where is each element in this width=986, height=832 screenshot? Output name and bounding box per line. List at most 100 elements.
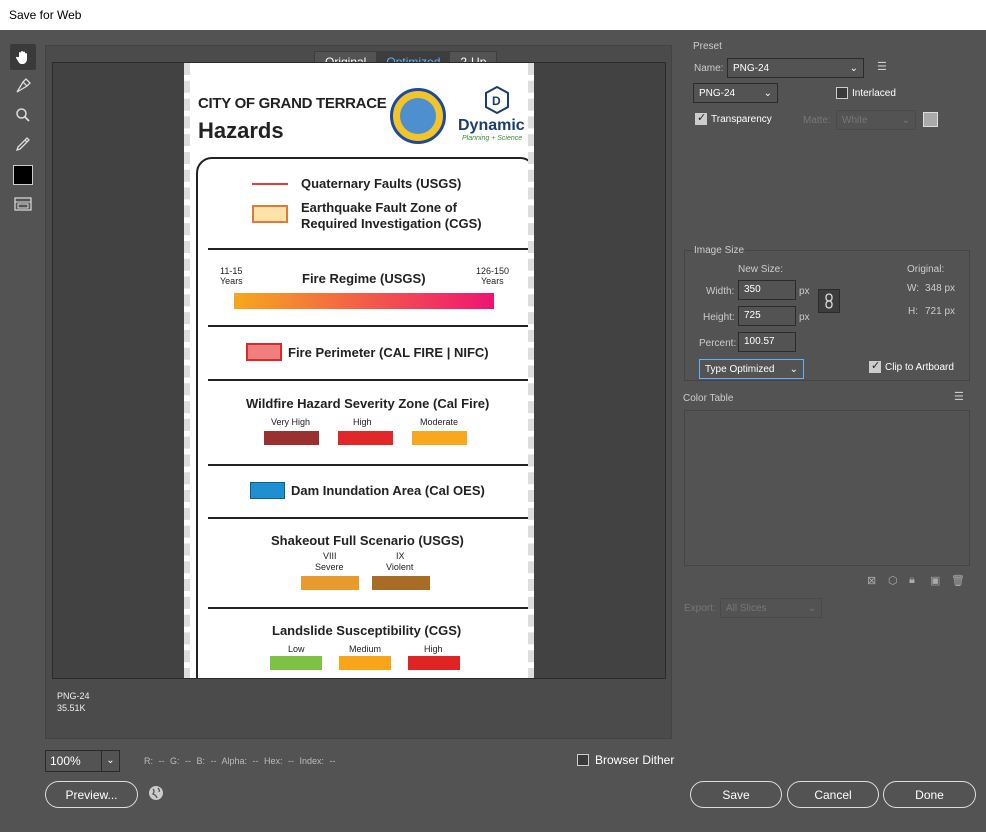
file-format-value: PNG-24: [699, 87, 736, 99]
color-table-area[interactable]: [684, 410, 970, 566]
whsz-high-swatch: [338, 431, 393, 445]
delete-color-icon[interactable]: 🗑︎: [951, 574, 965, 587]
done-button[interactable]: Done: [883, 781, 976, 808]
image-size-section-title: Image Size: [693, 245, 746, 256]
optimization-info: PNG-24 35.51K: [57, 690, 90, 714]
toggle-slices-tool[interactable]: [10, 191, 36, 217]
preset-menu-icon[interactable]: ☰: [877, 60, 887, 73]
map-transparent-icon[interactable]: ⊠: [867, 574, 876, 587]
link-icon: [825, 293, 833, 309]
fire-max-line1: 126-150: [476, 266, 510, 276]
cancel-button[interactable]: Cancel: [787, 781, 879, 808]
color-readout: R: -- G: -- B: -- Alpha: -- Hex: -- Inde…: [144, 756, 336, 766]
divider: [208, 379, 528, 381]
city-seal-logo: [390, 88, 446, 144]
preset-name-label: Name:: [694, 63, 724, 74]
browser-dither-toggle[interactable]: Browser Dither: [577, 753, 674, 767]
legend-fire-regime: Fire Regime (USGS): [302, 271, 426, 286]
fire-min-line2: Years: [220, 276, 243, 286]
browser-dither-checkbox[interactable]: [577, 754, 589, 766]
width-unit: px: [799, 286, 810, 297]
chevron-down-icon: ⌄: [849, 62, 858, 74]
height-input[interactable]: 725: [738, 306, 796, 326]
transparency-label: Transparency: [711, 113, 772, 125]
matte-value: White: [842, 114, 868, 126]
whsz-moderate-swatch: [412, 431, 467, 445]
slice-select-tool[interactable]: [10, 73, 36, 99]
export-value: All Slices: [726, 602, 767, 614]
legend-fire-perimeter: Fire Perimeter (CAL FIRE | NIFC): [288, 345, 489, 360]
divider: [208, 464, 528, 466]
zoom-tool[interactable]: [10, 102, 36, 128]
interlaced-toggle[interactable]: Interlaced: [836, 87, 896, 99]
image-canvas[interactable]: CITY OF GRAND TERRACE Hazards D Dynamic …: [52, 62, 666, 679]
interlaced-checkbox[interactable]: [836, 87, 848, 99]
slice-select-icon: [16, 78, 31, 93]
width-label: Width:: [706, 286, 735, 297]
zoom-level-select[interactable]: 100% ⌄: [45, 750, 120, 772]
landslide-medium-label: Medium: [349, 644, 382, 654]
svg-text:D: D: [492, 94, 501, 108]
height-unit: px: [799, 312, 810, 323]
window-title: Save for Web: [0, 0, 986, 30]
matte-select[interactable]: White ⌄: [836, 110, 916, 130]
logo-subtitle: Planning + Science: [462, 135, 523, 142]
eyedropper-color-swatch[interactable]: [13, 165, 33, 185]
city-title: CITY OF GRAND TERRACE: [198, 95, 387, 112]
image-size-panel: Image Size New Size: Original: Width: 35…: [684, 245, 970, 381]
constrain-proportions-link[interactable]: [818, 289, 840, 313]
save-for-web-dialog: Original Optimized 2-Up CITY OF GRAND TE…: [0, 30, 986, 832]
preset-name-value: PNG-24: [733, 62, 770, 74]
shake-ix-swatch: [372, 576, 430, 590]
new-color-icon[interactable]: ▣: [930, 574, 940, 587]
chevron-down-icon: ⌄: [763, 87, 772, 99]
landslide-low-swatch: [270, 656, 322, 670]
legend-box: Quaternary Faults (USGS) Earthquake Faul…: [196, 157, 528, 678]
width-input[interactable]: 350: [738, 280, 796, 300]
whsz-moderate-label: Moderate: [420, 417, 459, 427]
divider: [208, 607, 528, 609]
fire-min-line1: 11-15: [220, 266, 243, 276]
save-button[interactable]: Save: [690, 781, 782, 808]
transparency-checkbox[interactable]: [695, 111, 707, 125]
divider: [208, 325, 528, 327]
transparency-toggle[interactable]: Transparency: [695, 111, 772, 125]
web-shift-icon[interactable]: ⬡: [888, 574, 898, 587]
orig-height-value: 721 px: [925, 306, 956, 317]
dam-swatch: [250, 482, 285, 499]
divider: [208, 517, 528, 519]
clip-to-artboard-toggle[interactable]: Clip to Artboard: [869, 359, 954, 373]
matte-label: Matte:: [803, 115, 831, 126]
legend-faults: Quaternary Faults (USGS): [301, 176, 462, 191]
slices-visibility-icon: [14, 197, 32, 211]
orig-width-label: W:: [907, 283, 920, 294]
resample-quality-select[interactable]: Type Optimized ⌄: [699, 359, 804, 379]
chevron-down-icon: ⌄: [901, 114, 910, 126]
legend-fault-zone-line2: Required Investigation (CGS): [301, 216, 482, 231]
dynamic-logo: D Dynamic Planning + Science: [458, 85, 528, 149]
shake-ix-desc: Violent: [386, 562, 414, 572]
magnifier-icon: [16, 108, 30, 122]
height-label: Height:: [703, 312, 735, 323]
eyedropper-tool[interactable]: [10, 131, 36, 157]
fire-max-line2: Years: [481, 276, 504, 286]
preset-name-select[interactable]: PNG-24 ⌄: [727, 58, 864, 78]
preview-button[interactable]: Preview...: [45, 781, 138, 808]
color-table-menu-icon[interactable]: ☰: [954, 390, 964, 403]
chevron-down-icon: ⌄: [789, 363, 798, 375]
percent-input[interactable]: 100.57: [738, 332, 796, 352]
clip-to-artboard-checkbox[interactable]: [869, 359, 881, 373]
matte-color-swatch[interactable]: [923, 112, 938, 127]
whsz-high-label: High: [353, 417, 372, 427]
export-select[interactable]: All Slices ⌄: [720, 598, 822, 618]
eyedropper-icon: [15, 137, 30, 152]
chevron-down-icon: ⌄: [101, 751, 119, 771]
orig-width-value: 348 px: [925, 283, 956, 294]
globe-icon[interactable]: [148, 785, 164, 806]
lock-color-icon[interactable]: 🔒︎: [909, 574, 915, 587]
browser-dither-label: Browser Dither: [595, 753, 675, 767]
legend-shakeout: Shakeout Full Scenario (USGS): [271, 533, 464, 548]
hand-tool[interactable]: [10, 44, 36, 70]
file-format-select[interactable]: PNG-24 ⌄: [693, 83, 778, 103]
divider: [208, 248, 528, 250]
